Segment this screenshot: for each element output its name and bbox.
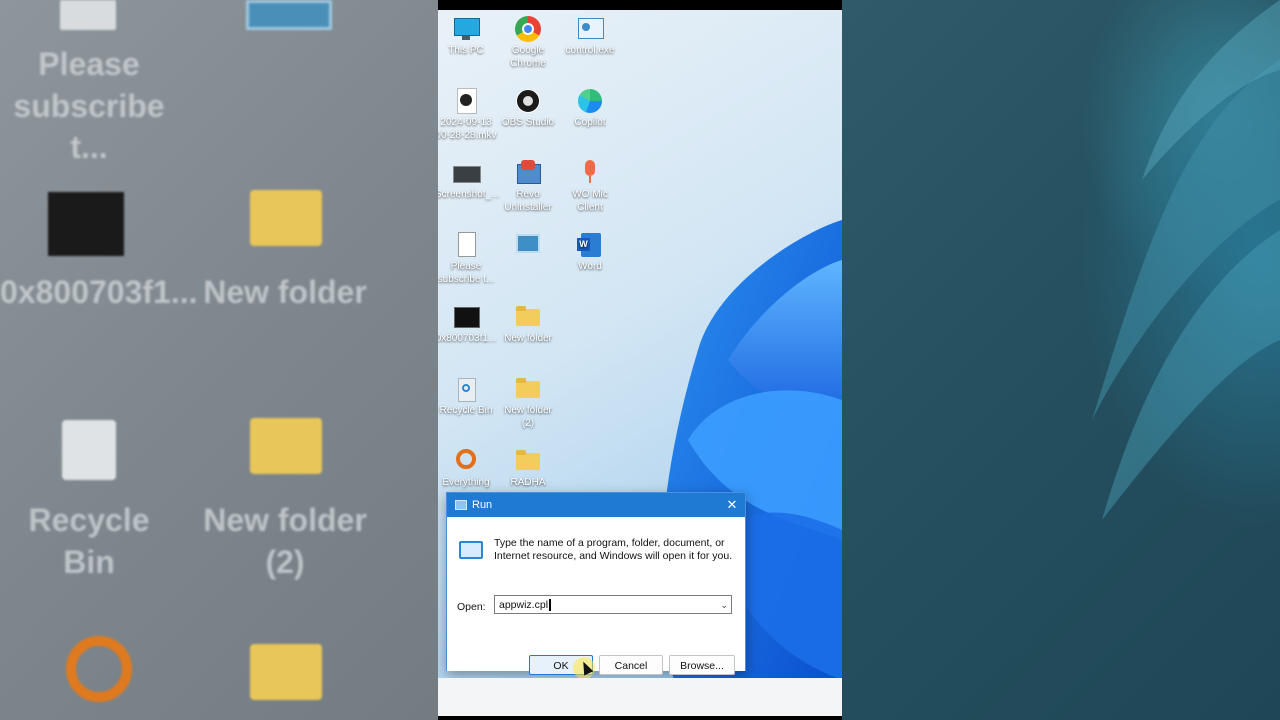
browse-button[interactable]: Browse... <box>669 655 735 675</box>
desktop-icon-new-folder[interactable]: New folder <box>497 304 559 345</box>
blurred-recycle-bin-icon <box>62 420 116 480</box>
chrome-icon <box>515 16 541 42</box>
blurred-label-new-folder-2: New folder (2) <box>203 502 367 580</box>
open-label: Open: <box>457 601 486 613</box>
text-caret <box>549 599 552 612</box>
desktop-icon-recycle-bin[interactable]: Recycle Bin <box>438 376 497 417</box>
open-input-value[interactable]: appwiz.cpl <box>499 599 548 611</box>
desktop-icon-label: Word <box>578 261 602 272</box>
desktop-icon-label: Revo Uninstaller <box>504 189 552 213</box>
desktop-icon-video-file[interactable]: 2024-09-13 00-28-28.mkv <box>438 88 497 142</box>
desktop-icon-label: 2024-09-13 00-28-28.mkv <box>438 117 497 141</box>
desktop-icon-label: Copilot <box>574 117 606 128</box>
desktop-icon-label: New folder (2) <box>504 405 552 429</box>
desktop-icon-0x800703f1[interactable]: 0x800703f1... <box>438 304 497 345</box>
control-panel-icon <box>515 232 541 258</box>
blurred-bloom-shape <box>1092 0 1280 520</box>
desktop-icon-this-pc[interactable]: This PC <box>438 16 497 57</box>
desktop-icon-label: New folder <box>504 333 552 344</box>
blurred-label-0x800703f1: 0x800703f1... <box>0 274 198 310</box>
desktop-icon-label: RADHA <box>510 477 546 488</box>
blurred-text-file-icon <box>60 0 116 30</box>
blurred-label-please-subscribe: Please subscribe t... <box>13 46 165 166</box>
folder-icon <box>515 304 541 330</box>
folder-icon <box>515 448 541 474</box>
desktop-icon-label: Everything <box>442 477 490 488</box>
desktop-icon-google-chrome[interactable]: Google Chrome <box>497 16 559 70</box>
blurred-control-panel-icon <box>246 0 332 30</box>
run-description: Type the name of a program, folder, docu… <box>494 537 733 562</box>
blurred-black-image-icon <box>48 192 124 256</box>
desktop-icon-label: WO Mic Client <box>572 189 608 213</box>
run-app-icon <box>455 500 467 510</box>
chevron-down-icon[interactable]: ⌄ <box>720 596 728 615</box>
desktop-icon-label: 0x800703f1... <box>438 333 497 344</box>
blurred-label-recycle-bin: Recycle Bin <box>28 502 150 580</box>
desktop-icon-new-folder-2[interactable]: New folder (2) <box>497 376 559 430</box>
run-dialog-titlebar[interactable]: Run ✕ <box>447 493 745 517</box>
desktop-icon-wo-mic-client[interactable]: WO Mic Client <box>559 160 621 214</box>
copilot-icon <box>577 88 603 114</box>
text-file-icon <box>453 232 479 258</box>
desktop-icon-radha[interactable]: RADHA <box>497 448 559 489</box>
desktop-icon-word[interactable]: W Word <box>559 232 621 273</box>
blurred-everything-icon <box>66 636 132 702</box>
open-combobox[interactable]: appwiz.cpl ⌄ <box>494 595 732 614</box>
recycle-bin-icon <box>453 376 479 402</box>
desktop-icon-revo-uninstaller[interactable]: Revo Uninstaller <box>497 160 559 214</box>
left-blurred-backdrop: Please subscribe t... 0x800703f1... New … <box>0 0 438 720</box>
desktop-icon-please-subscribe[interactable]: Please subscribe t... <box>438 232 497 286</box>
screenshot-icon <box>453 160 481 186</box>
desktop-icon-screenshot[interactable]: Screenshot_... <box>438 160 500 201</box>
video-file-icon <box>453 88 479 114</box>
revo-icon <box>515 160 541 186</box>
word-icon: W <box>577 232 603 258</box>
desktop-icon-label: Please subscribe t... <box>438 261 495 285</box>
desktop-icon-everything[interactable]: Everything <box>438 448 497 489</box>
desktop-icon-label: This PC <box>448 45 484 56</box>
blurred-label-new-folder: New folder <box>203 274 367 310</box>
close-icon[interactable]: ✕ <box>719 497 745 513</box>
desktop-icon-control-exe[interactable]: control.exe <box>559 16 621 57</box>
right-blurred-wallpaper <box>842 0 1280 720</box>
blurred-folder-icon-2 <box>250 418 322 474</box>
desktop-icon-copilot[interactable]: Copilot <box>559 88 621 129</box>
desktop-icon-label: Screenshot_... <box>438 189 500 200</box>
obs-icon <box>515 88 541 114</box>
folder-icon <box>515 376 541 402</box>
desktop-icon-label: Recycle Bin <box>439 405 493 416</box>
black-image-icon <box>453 304 480 330</box>
microphone-icon <box>577 160 603 186</box>
run-program-icon <box>459 541 483 559</box>
cancel-button[interactable]: Cancel <box>599 655 663 675</box>
desktop-icon-obs-studio[interactable]: OBS Studio <box>497 88 559 129</box>
desktop-icon-label: control.exe <box>565 45 615 56</box>
blurred-folder-icon <box>250 190 322 246</box>
blurred-folder-icon-3 <box>250 644 322 700</box>
everything-icon <box>453 448 479 474</box>
desktop-icon-label: Google Chrome <box>510 45 546 69</box>
desktop-icon-control-panel[interactable] <box>497 232 559 260</box>
run-dialog-title: Run <box>472 499 493 511</box>
control-panel-icon <box>577 16 604 42</box>
windows-desktop: This PC Google Chrome control.exe 2024-0… <box>438 10 842 678</box>
taskbar-area <box>438 678 842 716</box>
run-dialog: Run ✕ Type the name of a program, folder… <box>446 492 746 678</box>
desktop-icon-label: OBS Studio <box>501 117 555 128</box>
run-dialog-body: Type the name of a program, folder, docu… <box>447 517 745 678</box>
monitor-icon <box>453 16 480 42</box>
phone-screen: This PC Google Chrome control.exe 2024-0… <box>438 0 842 720</box>
